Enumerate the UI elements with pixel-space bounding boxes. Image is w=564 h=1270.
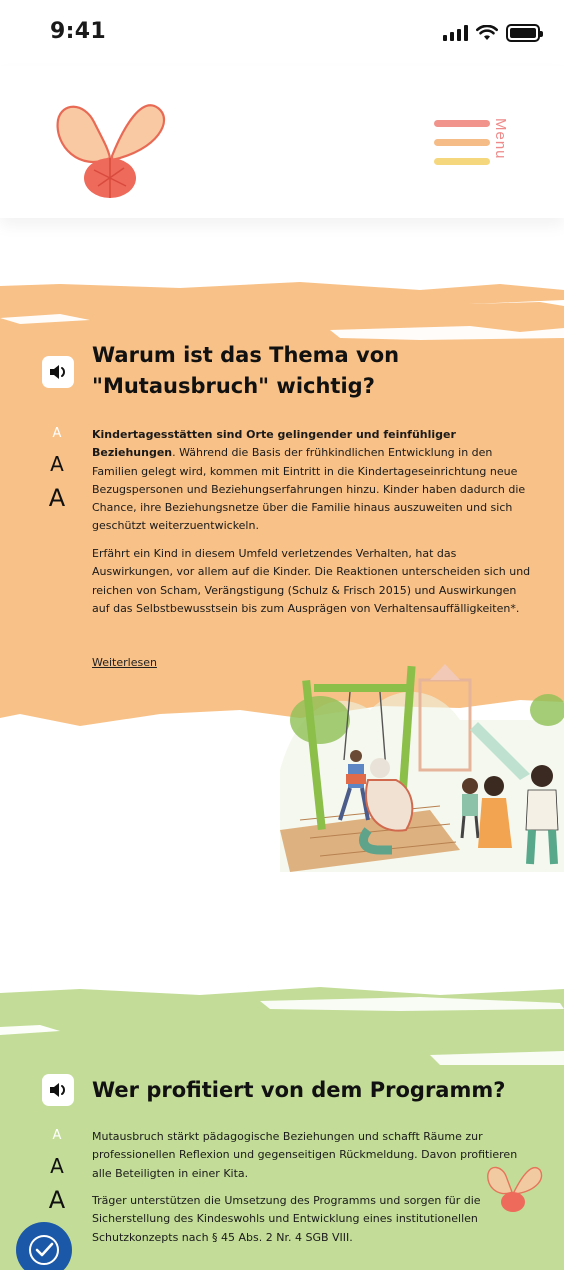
accessibility-icon xyxy=(29,1235,59,1265)
site-header: Menu xyxy=(0,66,564,218)
status-icons xyxy=(443,24,543,42)
playground-illustration xyxy=(280,664,564,872)
speaker-icon xyxy=(50,1083,65,1097)
provider-paragraph: Träger unterstützen die Umsetzung des Pr… xyxy=(92,1194,481,1244)
heading-line: Warum ist das Thema von xyxy=(92,343,400,367)
menu-button[interactable]: Menu xyxy=(430,114,520,174)
font-size-controls: A A A xyxy=(42,1129,72,1212)
menu-label: Menu xyxy=(492,118,509,160)
read-aloud-button[interactable] xyxy=(42,356,74,388)
read-more-link[interactable]: Weiterlesen xyxy=(92,656,157,669)
status-time: 9:41 xyxy=(50,19,106,44)
benefit-paragraph: Mutausbruch stärkt pädagogische Beziehun… xyxy=(92,1130,518,1180)
font-size-small-button[interactable]: A xyxy=(42,1129,72,1142)
butterfly-decoration xyxy=(487,1166,543,1212)
font-size-medium-button[interactable]: A xyxy=(42,1156,72,1176)
hamburger-icon xyxy=(434,120,490,177)
accessibility-button[interactable] xyxy=(16,1222,72,1270)
cellular-signal-icon xyxy=(443,25,468,41)
read-aloud-button[interactable] xyxy=(42,1074,74,1106)
impact-paragraph: Erfährt ein Kind in diesem Umfeld verlet… xyxy=(92,547,531,615)
battery-icon xyxy=(506,24,543,42)
font-size-large-button[interactable]: A xyxy=(42,486,72,510)
butterfly-logo[interactable] xyxy=(50,86,174,206)
intro-paragraph: Kindertagesstätten sind Orte gelingender… xyxy=(92,426,536,536)
section-heading: Wer profitiert von dem Programm? xyxy=(92,1078,506,1102)
font-size-controls: A A A xyxy=(42,427,72,510)
status-bar: 9:41 xyxy=(0,0,564,66)
font-size-large-button[interactable]: A xyxy=(42,1188,72,1212)
font-size-small-button[interactable]: A xyxy=(42,427,72,440)
font-size-medium-button[interactable]: A xyxy=(42,454,72,474)
wifi-icon xyxy=(476,25,498,40)
speaker-icon xyxy=(50,365,65,379)
heading-line: "Mutausbruch" wichtig? xyxy=(92,374,375,398)
section-heading: Warum ist das Thema von "Mutausbruch" wi… xyxy=(92,340,399,402)
